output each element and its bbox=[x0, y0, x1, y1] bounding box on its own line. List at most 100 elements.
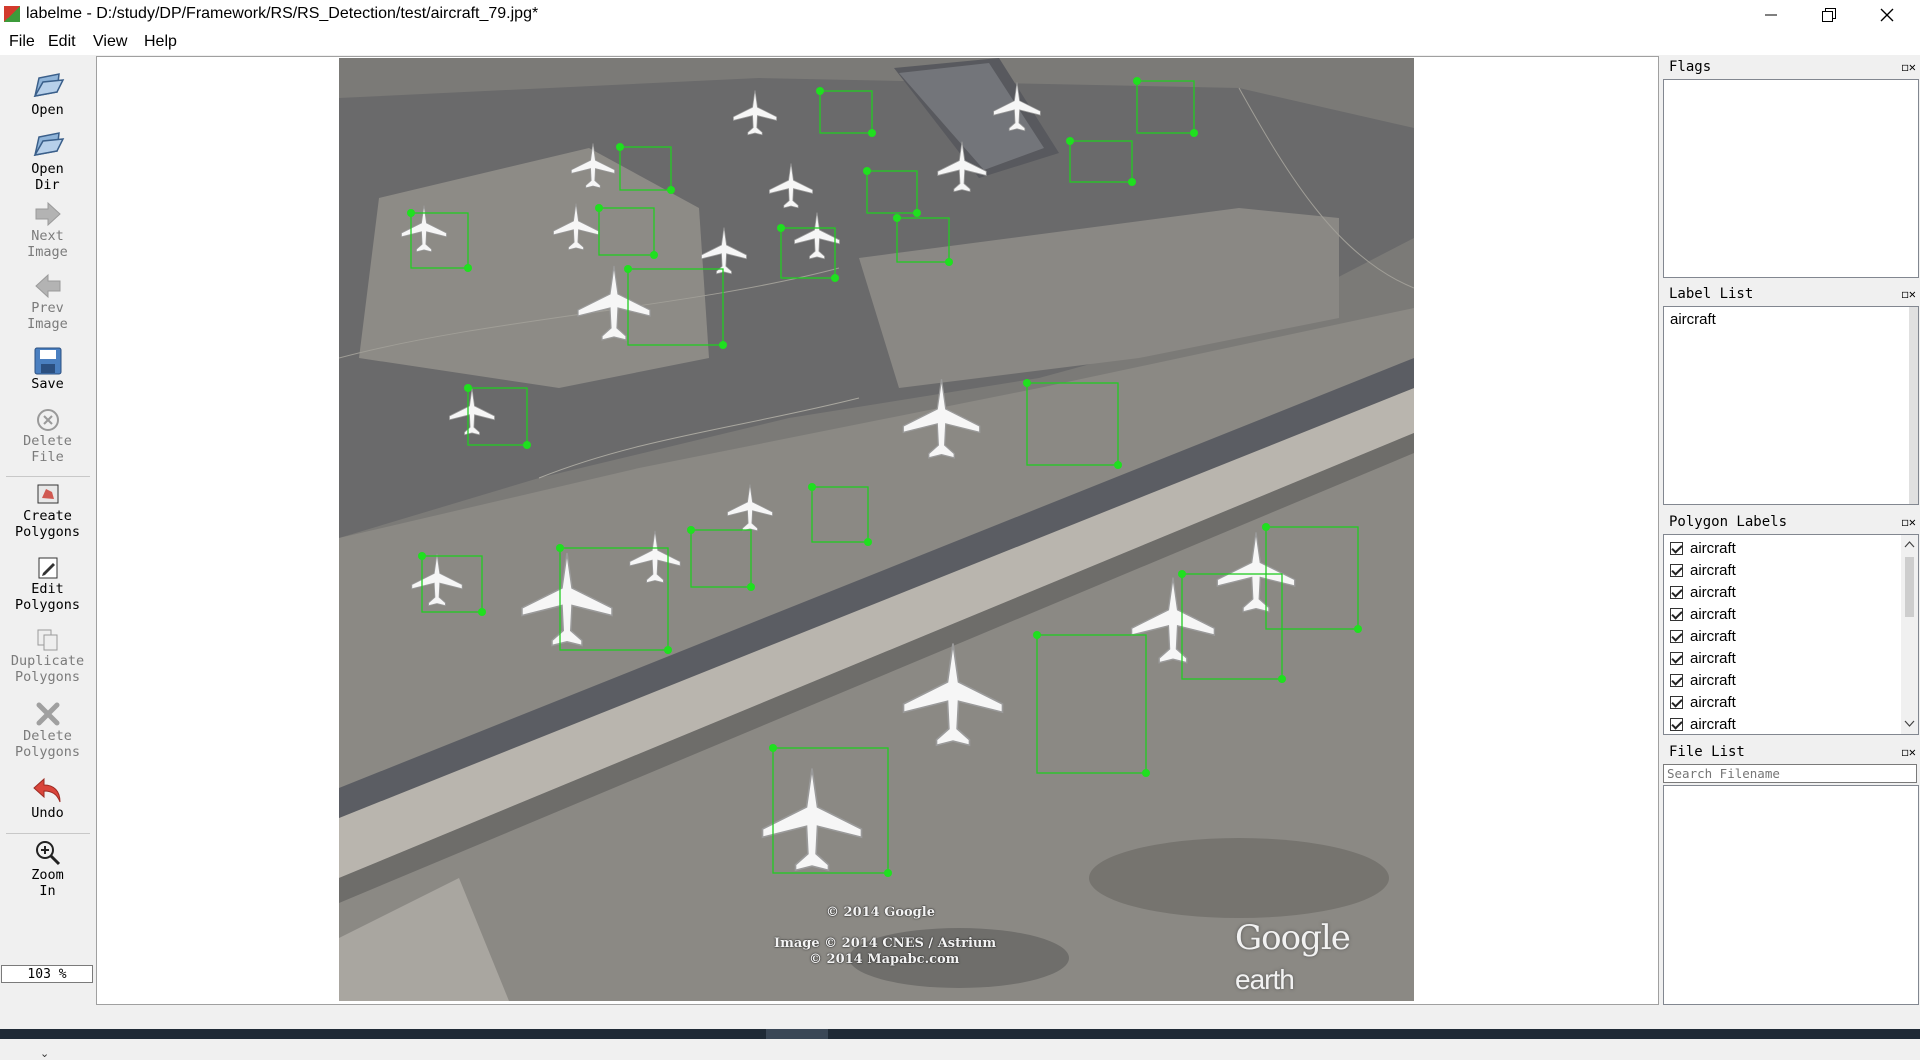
google-earth-logo: Google earth bbox=[1235, 918, 1414, 998]
visibility-checkbox[interactable] bbox=[1670, 541, 1683, 555]
restore-button[interactable] bbox=[1800, 0, 1858, 30]
undo-arrow-icon bbox=[32, 777, 60, 803]
delete-x-icon bbox=[36, 702, 59, 726]
open-label: Open bbox=[31, 102, 64, 118]
visibility-checkbox[interactable] bbox=[1670, 629, 1683, 643]
os-taskbar bbox=[0, 1029, 1920, 1039]
save-label: Save bbox=[31, 376, 64, 392]
visibility-checkbox[interactable] bbox=[1670, 563, 1683, 577]
prev-image-label: Prev Image bbox=[27, 300, 68, 332]
visibility-checkbox[interactable] bbox=[1670, 717, 1683, 731]
open-dir-button[interactable]: Open Dir bbox=[0, 127, 95, 193]
polygon-label-row[interactable]: aircraft bbox=[1664, 713, 1918, 735]
label-list-title: Label List bbox=[1669, 286, 1754, 302]
label-list-dock: Label List ◻✕ aircraft bbox=[1663, 284, 1920, 506]
aerial-image[interactable]: © 2014 Google Image © 2014 CNES / Astriu… bbox=[339, 58, 1414, 1001]
next-image-button[interactable]: Next Image bbox=[0, 200, 95, 260]
arrow-right-icon bbox=[35, 201, 61, 227]
visibility-checkbox[interactable] bbox=[1670, 651, 1683, 665]
edit-pencil-icon bbox=[38, 557, 57, 579]
menu-help[interactable]: Help bbox=[144, 33, 177, 51]
dock-float-close-icons[interactable]: ◻✕ bbox=[1902, 284, 1916, 304]
menu-edit[interactable]: Edit bbox=[48, 33, 76, 51]
dock-float-close-icons[interactable]: ◻✕ bbox=[1902, 742, 1916, 762]
polygon-label-row[interactable]: aircraft bbox=[1664, 581, 1918, 603]
polygon-label-text: aircraft bbox=[1690, 539, 1736, 557]
polygon-label-row[interactable]: aircraft bbox=[1664, 603, 1918, 625]
flags-list[interactable] bbox=[1663, 79, 1919, 278]
flags-title: Flags bbox=[1669, 59, 1712, 75]
polygon-labels-list[interactable]: aircraft aircraft aircraft aircraft airc… bbox=[1663, 534, 1919, 735]
title-bar: labelme - D:/study/DP/Framework/RS/RS_De… bbox=[0, 0, 1920, 30]
label-list-scrollbar[interactable] bbox=[1909, 307, 1918, 504]
polygon-label-text: aircraft bbox=[1690, 583, 1736, 601]
duplicate-polygons-button[interactable]: Duplicate Polygons bbox=[0, 627, 95, 685]
toolbar-separator bbox=[6, 833, 90, 834]
polygon-label-text: aircraft bbox=[1690, 671, 1736, 689]
visibility-checkbox[interactable] bbox=[1670, 695, 1683, 709]
tools-toolbar: Open Open Dir Next Image Prev Image Save… bbox=[0, 57, 95, 1060]
toolbar-separator bbox=[6, 476, 90, 477]
undo-button[interactable]: Undo bbox=[0, 775, 95, 821]
polygon-label-text: aircraft bbox=[1690, 627, 1736, 645]
window-title: labelme - D:/study/DP/Framework/RS/RS_De… bbox=[26, 5, 539, 22]
delete-file-button[interactable]: Delete File bbox=[0, 407, 95, 465]
zoom-level-spinbox[interactable]: 103 % bbox=[1, 965, 93, 983]
file-list-dock: File List ◻✕ bbox=[1663, 742, 1920, 1005]
delete-polygons-button[interactable]: Delete Polygons bbox=[0, 700, 95, 760]
status-bar bbox=[0, 1005, 1920, 1029]
dock-float-close-icons[interactable]: ◻✕ bbox=[1902, 57, 1916, 77]
edit-polygons-button[interactable]: Edit Polygons bbox=[0, 555, 95, 613]
visibility-checkbox[interactable] bbox=[1670, 607, 1683, 621]
visibility-checkbox[interactable] bbox=[1670, 673, 1683, 687]
folder-open-icon bbox=[33, 132, 64, 157]
zoom-in-label: Zoom In bbox=[31, 867, 64, 899]
labelme-icon bbox=[4, 6, 20, 22]
polygon-label-row[interactable]: aircraft bbox=[1664, 691, 1918, 713]
polygon-labels-title: Polygon Labels bbox=[1669, 514, 1788, 530]
menu-view[interactable]: View bbox=[93, 33, 127, 51]
zoom-in-button[interactable]: Zoom In bbox=[0, 839, 95, 899]
folder-open-icon bbox=[33, 73, 64, 98]
minimize-icon bbox=[1765, 14, 1777, 16]
visibility-checkbox[interactable] bbox=[1670, 585, 1683, 599]
menu-bar: File Edit View Help bbox=[0, 30, 1920, 55]
polygon-label-row[interactable]: aircraft bbox=[1664, 559, 1918, 581]
file-list-panel bbox=[1663, 764, 1919, 1005]
brand-suffix: earth bbox=[1235, 964, 1295, 995]
file-list[interactable] bbox=[1663, 785, 1919, 1005]
prev-image-button[interactable]: Prev Image bbox=[0, 272, 95, 332]
create-polygon-icon bbox=[37, 484, 58, 504]
create-polygons-button[interactable]: Create Polygons bbox=[0, 482, 95, 540]
delete-polygons-label: Delete Polygons bbox=[14, 728, 81, 760]
label-list-item[interactable]: aircraft bbox=[1664, 307, 1918, 328]
delete-file-label: Delete File bbox=[23, 433, 72, 465]
copy-icon bbox=[37, 629, 57, 651]
search-filename-input[interactable] bbox=[1663, 764, 1917, 783]
polygon-label-row[interactable]: aircraft bbox=[1664, 625, 1918, 647]
save-button[interactable]: Save bbox=[0, 346, 95, 392]
file-list-dock-title: File List ◻✕ bbox=[1663, 742, 1920, 762]
edit-polygons-label: Edit Polygons bbox=[14, 581, 81, 613]
close-window-button[interactable] bbox=[1858, 0, 1916, 30]
minimize-button[interactable] bbox=[1742, 0, 1800, 30]
open-dir-label: Open Dir bbox=[31, 161, 64, 193]
taskbar-active-app[interactable] bbox=[766, 1029, 828, 1039]
polygon-label-row[interactable]: aircraft bbox=[1664, 647, 1918, 669]
polygon-label-text: aircraft bbox=[1690, 561, 1736, 579]
restore-icon bbox=[1822, 8, 1836, 22]
brand-name: Google bbox=[1235, 918, 1351, 958]
polygon-labels-scrollbar[interactable] bbox=[1901, 535, 1918, 734]
open-button[interactable]: Open bbox=[0, 68, 95, 118]
polygon-label-row[interactable]: aircraft bbox=[1664, 669, 1918, 691]
airport-scene bbox=[339, 58, 1414, 1001]
mapabc-credit: © 2014 Mapabc.com bbox=[809, 952, 960, 967]
label-list[interactable]: aircraft bbox=[1663, 306, 1919, 505]
floppy-disk-icon bbox=[34, 347, 61, 375]
close-icon bbox=[1880, 8, 1894, 22]
toolbar-extension-icon[interactable]: ⌄ bbox=[40, 1047, 49, 1060]
menu-file[interactable]: File bbox=[9, 33, 35, 51]
dock-float-close-icons[interactable]: ◻✕ bbox=[1902, 512, 1916, 532]
image-credit: Image © 2014 CNES / Astrium bbox=[774, 936, 997, 951]
polygon-label-row[interactable]: aircraft bbox=[1664, 537, 1918, 559]
